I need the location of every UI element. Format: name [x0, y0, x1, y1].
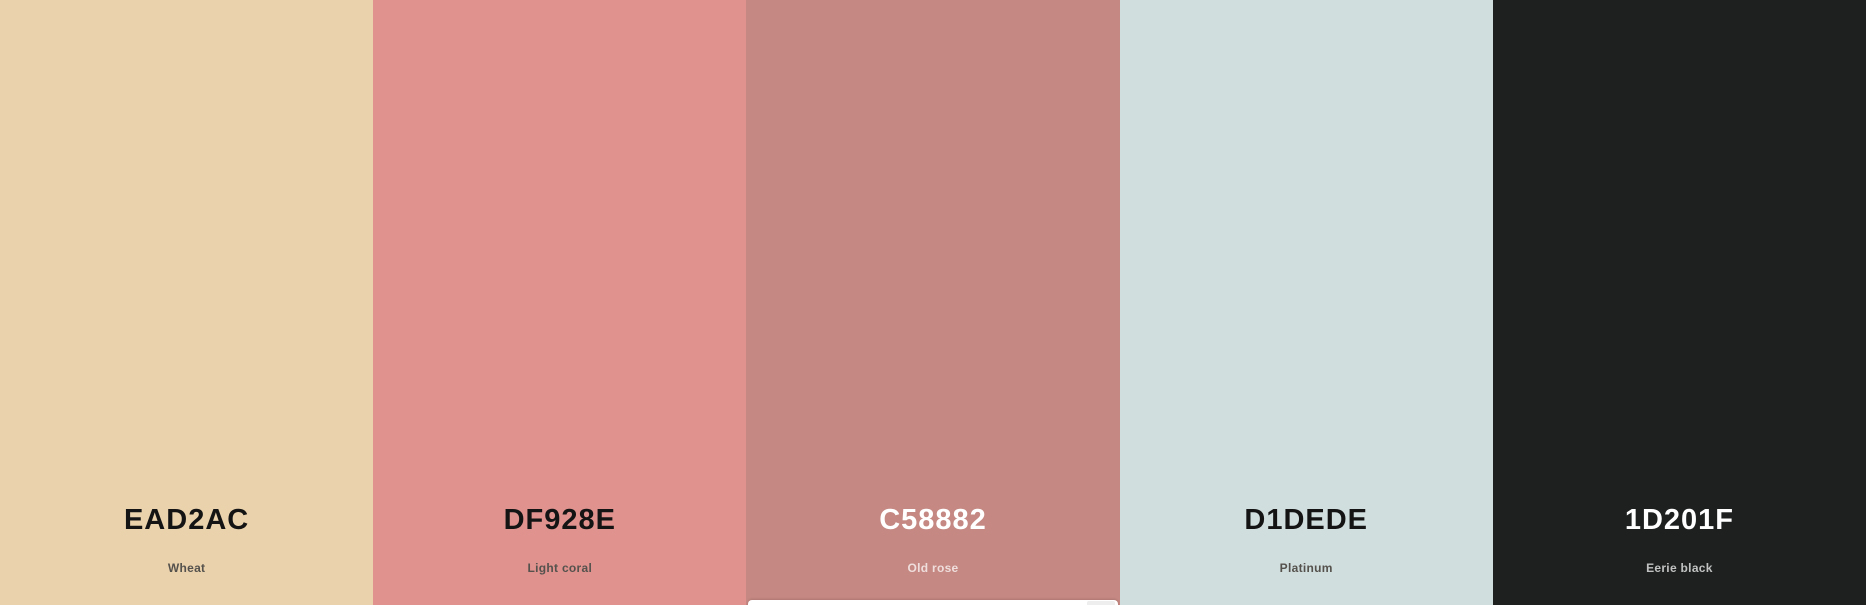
swatch-light-coral[interactable]: DF928E Light coral	[373, 0, 747, 605]
hex-code[interactable]: EAD2AC	[0, 504, 373, 537]
swatch-platinum[interactable]: D1DEDE Platinum	[1119, 0, 1493, 605]
swatch-old-rose[interactable]: C58882 Old rose	[746, 0, 1120, 605]
swatch-eerie-black[interactable]: 1D201F Eerie black	[1492, 0, 1866, 605]
swatch-wheat[interactable]: EAD2AC Wheat	[0, 0, 374, 605]
hex-code[interactable]: 1D201F	[1493, 504, 1866, 537]
color-name: Eerie black	[1646, 561, 1713, 575]
hex-code[interactable]: D1DEDE	[1120, 504, 1493, 537]
color-palette: EAD2AC Wheat DF928E Light coral C58882 O…	[0, 0, 1866, 605]
color-name: Light coral	[527, 561, 593, 575]
tooltip-tab	[1086, 601, 1115, 605]
color-name: Platinum	[1279, 561, 1333, 575]
color-name: Wheat	[167, 561, 206, 575]
hex-code[interactable]: C58882	[746, 504, 1119, 537]
color-name: Old rose	[907, 561, 959, 575]
tooltip-popup	[748, 600, 1118, 605]
hex-code[interactable]: DF928E	[373, 504, 746, 537]
